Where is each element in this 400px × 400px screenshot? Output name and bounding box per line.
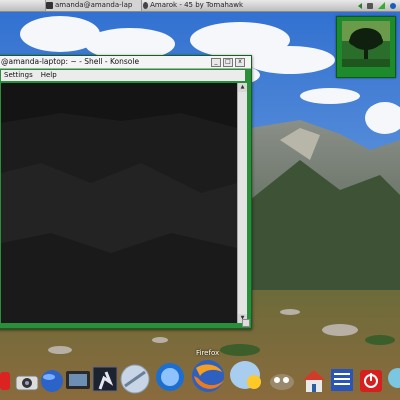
- globe-icon[interactable]: [41, 370, 63, 392]
- firefox-icon[interactable]: [192, 360, 224, 392]
- taskbar-item-label: amanda@amanda-lap: [55, 1, 133, 9]
- close-button[interactable]: x: [235, 58, 245, 67]
- document-icon[interactable]: [331, 369, 353, 391]
- konsole-window[interactable]: @amanda-laptop: ~ - Shell - Konsole _ □ …: [0, 55, 252, 329]
- home-icon[interactable]: [303, 370, 325, 392]
- media-icon[interactable]: [120, 364, 150, 394]
- scroll-up-arrow-icon[interactable]: ▲: [238, 83, 247, 92]
- update-icon[interactable]: [390, 2, 396, 9]
- taskbar-item-label: Amarok - 45 by Tomahawk: [150, 1, 243, 9]
- terminal-translucent-backdrop: [1, 83, 237, 323]
- finder-icon[interactable]: [156, 363, 184, 391]
- window-title: @amanda-laptop: ~ - Shell - Konsole: [1, 57, 140, 66]
- menu-bar: Settings Help: [1, 70, 245, 81]
- gimp-icon[interactable]: [270, 374, 294, 390]
- amarok-icon: [143, 2, 149, 9]
- taskbar-item-konsole[interactable]: amanda@amanda-lap: [45, 0, 142, 11]
- window-controls: _ □ x: [211, 58, 245, 67]
- terminal-area[interactable]: [1, 83, 237, 323]
- system-tray: [358, 1, 396, 10]
- terminal-scrollbar[interactable]: ▲ ▼: [237, 83, 247, 323]
- speaker-icon[interactable]: [367, 2, 373, 9]
- screenshot-icon[interactable]: [15, 375, 39, 391]
- tree-photo: [342, 21, 390, 67]
- top-panel: amanda@amanda-lap Amarok - 45 by Tomahaw…: [0, 0, 400, 12]
- dock-hover-label: Firefox: [196, 349, 220, 357]
- display-icon[interactable]: [66, 371, 90, 389]
- app-icon[interactable]: [0, 372, 10, 390]
- menu-settings[interactable]: Settings: [4, 70, 33, 81]
- photo-frame-widget[interactable]: [336, 16, 396, 78]
- application-dock: [0, 360, 400, 394]
- terminal-icon: [46, 2, 53, 9]
- resize-grip[interactable]: [242, 319, 250, 327]
- minimize-button[interactable]: _: [211, 58, 221, 67]
- network-icon[interactable]: [388, 368, 400, 388]
- terminal-icon[interactable]: [92, 366, 118, 392]
- chat-icon[interactable]: [230, 361, 261, 389]
- arrow-left-icon[interactable]: [358, 2, 362, 9]
- taskbar-item-amarok[interactable]: Amarok - 45 by Tomahawk: [143, 0, 243, 11]
- menu-help[interactable]: Help: [41, 70, 57, 81]
- network-icon[interactable]: [378, 2, 385, 9]
- power-icon[interactable]: [360, 370, 382, 392]
- maximize-button[interactable]: □: [223, 58, 233, 67]
- window-titlebar[interactable]: @amanda-laptop: ~ - Shell - Konsole _ □ …: [0, 56, 251, 69]
